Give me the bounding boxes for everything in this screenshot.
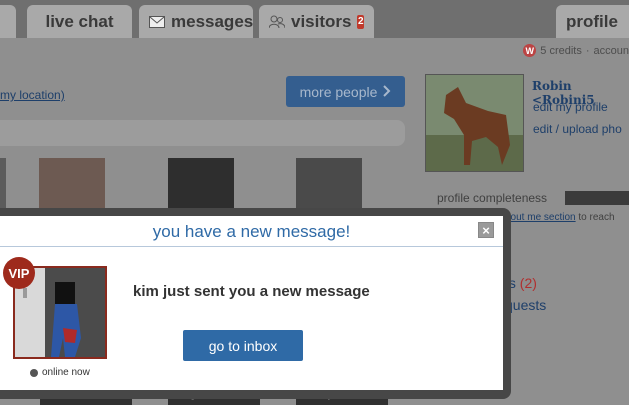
go-to-inbox-button[interactable]: go to inbox bbox=[183, 330, 303, 361]
upload-photo-link[interactable]: edit / upload pho bbox=[533, 122, 622, 136]
location-link[interactable]: my location) bbox=[0, 88, 65, 102]
credits-label[interactable]: 5 credits bbox=[540, 45, 582, 57]
sidebar-item-requests[interactable]: quests bbox=[505, 297, 546, 313]
chevron-right-icon bbox=[383, 84, 391, 100]
edit-profile-link[interactable]: edit my profile bbox=[533, 100, 608, 114]
more-people-label: more people bbox=[299, 83, 378, 100]
more-people-button[interactable]: more people bbox=[286, 76, 405, 107]
tab-label: live chat bbox=[45, 11, 114, 31]
tab-label: profile bbox=[566, 11, 618, 31]
profile-photo[interactable] bbox=[425, 74, 524, 172]
tab-label: visitors bbox=[291, 11, 352, 31]
separator-dot: · bbox=[585, 44, 590, 57]
account-link[interactable]: accoun bbox=[594, 45, 629, 57]
about-me-link[interactable]: bout me section bbox=[505, 212, 576, 223]
profile-completeness-label: profile completeness bbox=[437, 191, 548, 205]
vip-badge: VIP bbox=[3, 257, 35, 289]
envelope-icon bbox=[149, 15, 165, 29]
credits-coin-icon: W bbox=[523, 44, 537, 57]
dialog-title: you have a new message! bbox=[0, 218, 503, 247]
online-status: online now bbox=[30, 367, 90, 378]
completeness-hint: bout me section to reach bbox=[505, 212, 615, 223]
tab-live-chat[interactable]: live chat bbox=[27, 5, 132, 38]
profile-completeness-bar bbox=[565, 191, 629, 205]
filter-strip bbox=[0, 120, 405, 146]
credits-area: W 5 credits · accoun bbox=[523, 44, 629, 57]
online-status-label: online now bbox=[42, 367, 90, 378]
online-dot-icon bbox=[30, 368, 38, 377]
dialog-message: kim just sent you a new message bbox=[133, 283, 370, 300]
visitors-icon bbox=[269, 15, 285, 29]
tab-label: messages bbox=[171, 11, 254, 31]
tab-partial[interactable] bbox=[0, 5, 16, 38]
sidebar-count: (2) bbox=[519, 275, 537, 291]
tab-profile[interactable]: profile bbox=[556, 5, 629, 38]
hint-text: to reach bbox=[575, 212, 615, 223]
close-icon[interactable]: × bbox=[478, 222, 494, 238]
visitors-count-badge: 2 bbox=[357, 14, 364, 29]
tab-messages[interactable]: messages bbox=[139, 5, 253, 38]
tab-visitors[interactable]: visitors 2 bbox=[259, 5, 374, 38]
